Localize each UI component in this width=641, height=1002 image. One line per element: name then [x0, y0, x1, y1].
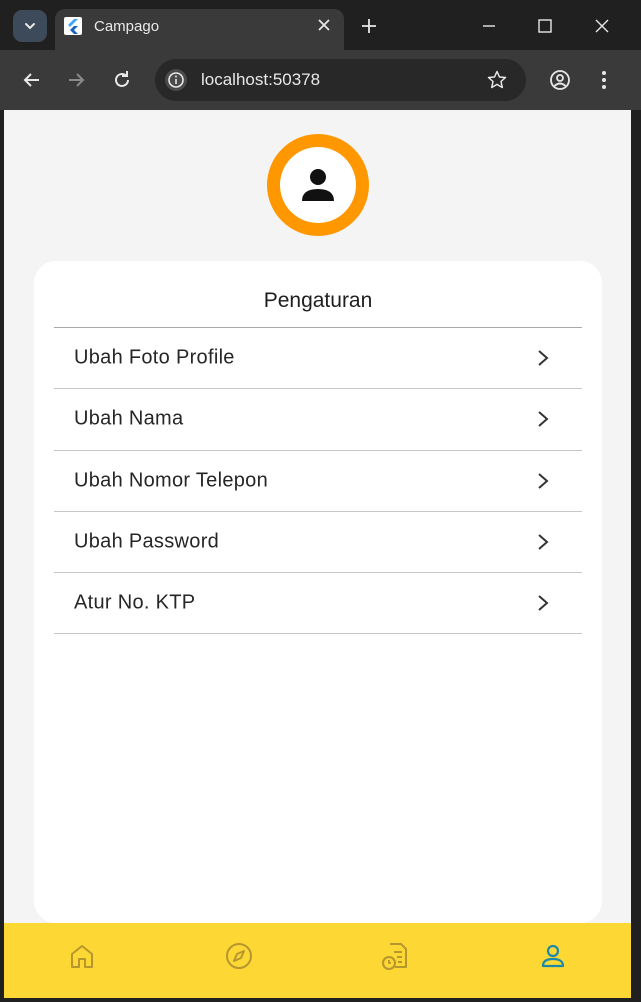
- browser-toolbar: localhost:50378: [0, 50, 641, 110]
- chevron-right-icon: [538, 534, 549, 550]
- avatar-inner: [280, 147, 356, 223]
- menu-item-atur-no-ktp[interactable]: Atur No. KTP: [54, 573, 582, 635]
- settings-menu: Ubah Foto Profile Ubah Nama Ubah Nomor T…: [54, 328, 582, 635]
- menu-item-label: Atur No. KTP: [74, 591, 196, 614]
- page-viewport: Pengaturan Ubah Foto Profile Ubah Nama U…: [4, 110, 631, 998]
- title-bar: Campago: [0, 0, 641, 50]
- settings-card: Pengaturan Ubah Foto Profile Ubah Nama U…: [34, 261, 602, 923]
- menu-item-ubah-nama[interactable]: Ubah Nama: [54, 389, 582, 451]
- menu-item-label: Ubah Foto Profile: [74, 346, 235, 369]
- chevron-right-icon: [538, 350, 549, 366]
- menu-item-label: Ubah Nomor Telepon: [74, 469, 269, 492]
- person-icon: [302, 169, 334, 201]
- compass-icon: [226, 943, 252, 969]
- home-icon: [71, 945, 93, 968]
- nav-history[interactable]: [378, 939, 412, 973]
- bottom-navigation: [4, 923, 631, 998]
- chevron-right-icon: [538, 411, 549, 428]
- tab-search-button[interactable]: [13, 10, 47, 42]
- profile-icon[interactable]: [548, 68, 572, 92]
- tab-title: Campago: [94, 18, 160, 35]
- menu-item-ubah-password[interactable]: Ubah Password: [54, 512, 582, 574]
- back-arrow-icon[interactable]: [20, 68, 44, 92]
- bookmark-star-icon[interactable]: [486, 69, 508, 91]
- site-info-icon[interactable]: [165, 69, 187, 91]
- menu-item-label: Ubah Nama: [74, 407, 184, 430]
- chevron-right-icon: [538, 472, 549, 489]
- close-tab-icon[interactable]: [314, 15, 334, 35]
- url-text[interactable]: localhost:50378: [201, 70, 320, 90]
- close-window-icon[interactable]: [590, 14, 614, 38]
- address-bar[interactable]: localhost:50378: [155, 59, 526, 101]
- nav-home[interactable]: [65, 939, 99, 973]
- kebab-menu-icon[interactable]: [592, 68, 616, 92]
- history-document-icon: [382, 943, 407, 970]
- menu-item-ubah-nomor-telepon[interactable]: Ubah Nomor Telepon: [54, 451, 582, 512]
- reload-icon[interactable]: [110, 68, 134, 92]
- chevron-right-icon: [538, 595, 549, 612]
- person-icon: [541, 944, 565, 968]
- avatar[interactable]: [267, 134, 369, 236]
- maximize-icon[interactable]: [533, 14, 557, 38]
- menu-item-ubah-foto-profile[interactable]: Ubah Foto Profile: [54, 328, 582, 390]
- menu-item-label: Ubah Password: [74, 530, 220, 553]
- nav-explore[interactable]: [222, 939, 256, 973]
- browser-window: Campago localhost:50378 Pengaturan Ubah …: [0, 0, 641, 1002]
- forward-arrow-icon[interactable]: [64, 68, 88, 92]
- chevron-down-icon: [25, 23, 35, 30]
- minimize-icon[interactable]: [477, 14, 501, 38]
- card-title: Pengaturan: [263, 289, 373, 312]
- new-tab-icon[interactable]: [358, 15, 380, 37]
- flutter-favicon-icon: [64, 17, 82, 35]
- browser-tab[interactable]: Campago: [55, 9, 344, 50]
- nav-profile[interactable]: [536, 939, 570, 973]
